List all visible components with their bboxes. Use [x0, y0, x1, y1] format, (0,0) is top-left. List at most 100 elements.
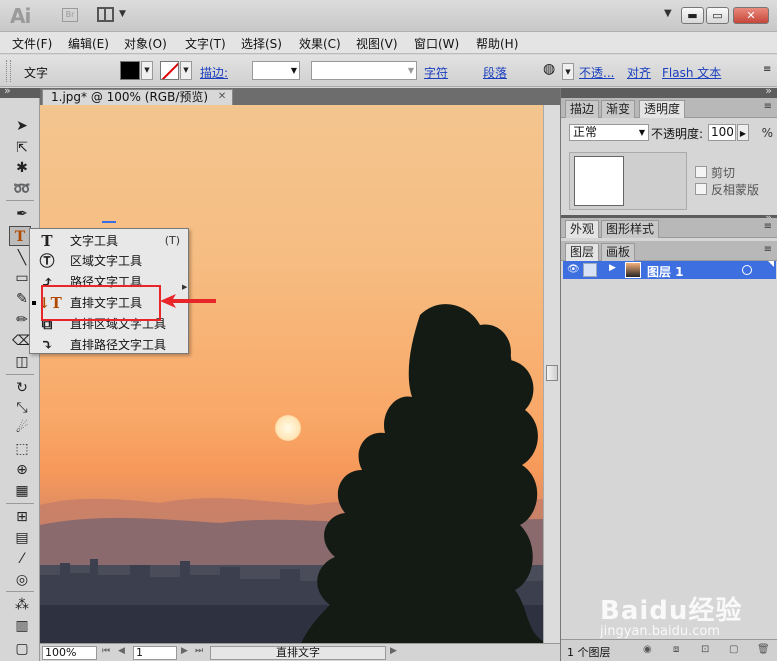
- fill-dropdown-arrow[interactable]: ▼: [141, 61, 153, 80]
- perspective-grid-tool-icon[interactable]: ▦: [11, 481, 33, 501]
- prev-page-icon[interactable]: ◀: [118, 646, 125, 656]
- invert-mask-checkbox[interactable]: [695, 183, 707, 195]
- tab-artboards[interactable]: 画板: [601, 243, 636, 261]
- flyout-item-area-type-tool[interactable]: Ⓣ 区域文字工具: [34, 251, 186, 271]
- next-page-icon[interactable]: ▶: [181, 646, 188, 656]
- shape-builder-tool-icon[interactable]: ⊕: [11, 460, 33, 480]
- panel-dock-header[interactable]: [561, 84, 777, 98]
- visibility-eye-icon[interactable]: 👁: [567, 264, 580, 276]
- workspace-switcher-icon[interactable]: ▼: [664, 8, 672, 19]
- active-tool-bullet: [32, 301, 36, 305]
- menu-view[interactable]: 视图(V): [356, 35, 398, 52]
- workspace-layout-icon[interactable]: [97, 7, 114, 22]
- selection-tool-icon[interactable]: ➤: [11, 116, 33, 136]
- menu-type[interactable]: 文字(T): [185, 35, 226, 52]
- tearoff-arrow-icon[interactable]: ▶: [182, 283, 187, 291]
- stroke-link[interactable]: 描边:: [200, 64, 228, 81]
- lasso-tool-icon[interactable]: ➿: [11, 179, 33, 199]
- menu-window[interactable]: 窗口(W): [414, 35, 459, 52]
- tab-gradient[interactable]: 渐变: [601, 100, 636, 118]
- variable-width-field[interactable]: ▼: [311, 61, 417, 80]
- vertical-scrollbar[interactable]: [543, 105, 560, 643]
- pen-tool-icon[interactable]: ✒: [11, 204, 33, 224]
- artboard-tool-icon[interactable]: ▢: [11, 639, 33, 659]
- magic-wand-tool-icon[interactable]: ✱: [11, 158, 33, 178]
- chevron-down-icon[interactable]: ▼: [119, 9, 126, 19]
- lock-toggle[interactable]: [583, 263, 597, 277]
- direct-selection-tool-icon[interactable]: ⇱: [11, 138, 33, 158]
- scrollbar-thumb[interactable]: [546, 365, 558, 381]
- stroke-weight-field[interactable]: ▼: [252, 61, 300, 80]
- tab-appearance[interactable]: 外观: [565, 220, 600, 238]
- menu-help[interactable]: 帮助(H): [476, 35, 518, 52]
- menu-object[interactable]: 对象(O): [124, 35, 167, 52]
- tab-layers[interactable]: 图层: [565, 243, 600, 261]
- document-tab-title: 1.jpg* @ 100% (RGB/预览): [51, 90, 209, 104]
- tab-transparency[interactable]: 透明度: [639, 100, 686, 118]
- highlight-box: [41, 285, 161, 321]
- flash-text-link[interactable]: Flash 文本: [662, 64, 721, 81]
- align-link[interactable]: 对齐: [627, 64, 651, 81]
- fill-color-swatch[interactable]: [120, 61, 140, 80]
- paragraph-link[interactable]: 段落: [483, 64, 507, 81]
- clip-checkbox[interactable]: [695, 166, 707, 178]
- type-tool-icon[interactable]: T: [9, 226, 31, 246]
- status-menu-icon[interactable]: ▶: [390, 646, 397, 656]
- layer-name[interactable]: 图层 1: [647, 263, 684, 280]
- opacity-field[interactable]: 100: [708, 124, 736, 141]
- character-link[interactable]: 字符: [424, 64, 448, 81]
- layer-target-icon[interactable]: [742, 265, 752, 275]
- control-bar: 文字 ▼ ▼ 描边: ▼ ▼ 字符 段落 ◍ ▼ 不透... 对齐 Flash …: [0, 55, 777, 87]
- flyout-item-type-tool[interactable]: T 文字工具 (T): [34, 231, 186, 251]
- eyedropper-tool-icon[interactable]: ⁄: [11, 549, 33, 569]
- stroke-dropdown-arrow[interactable]: ▼: [180, 61, 192, 80]
- mesh-tool-icon[interactable]: ⊞: [11, 507, 33, 527]
- blend-mode-select[interactable]: 正常 ▼: [569, 124, 649, 141]
- menu-select[interactable]: 选择(S): [241, 35, 282, 52]
- menu-effect[interactable]: 效果(C): [299, 35, 341, 52]
- invert-mask-label: 反相蒙版: [711, 183, 760, 197]
- percent-label: %: [761, 126, 773, 140]
- gradient-tool-icon[interactable]: ▤: [11, 528, 33, 548]
- panel-menu-icon[interactable]: ≡: [764, 244, 772, 255]
- menu-file[interactable]: 文件(F): [12, 35, 52, 52]
- recolor-dropdown-arrow[interactable]: ▼: [562, 63, 574, 80]
- layer-row[interactable]: 👁 ▶ 图层 1: [563, 261, 776, 279]
- status-text[interactable]: 直排文字: [210, 646, 386, 660]
- document-canvas[interactable]: [40, 105, 543, 643]
- warp-tool-icon[interactable]: ☄: [11, 418, 33, 438]
- recolor-icon[interactable]: ◍: [543, 61, 555, 77]
- panel-menu-icon[interactable]: ≡: [764, 101, 772, 112]
- symbol-sprayer-tool-icon[interactable]: ⁂: [11, 595, 33, 615]
- flyout-item-vertical-type-on-path-tool[interactable]: ⤵ 直排路径文字工具: [34, 335, 186, 354]
- menu-edit[interactable]: 编辑(E): [68, 35, 109, 52]
- eraser-tool-icon[interactable]: ◫: [11, 352, 33, 372]
- control-bar-grip[interactable]: [6, 60, 11, 82]
- first-page-icon[interactable]: ⏮: [102, 646, 110, 656]
- stroke-color-swatch[interactable]: [160, 61, 179, 80]
- tab-stroke[interactable]: 描边: [565, 100, 600, 118]
- expand-arrow-icon[interactable]: ▶: [609, 263, 616, 273]
- panel-menu-icon[interactable]: ≡: [764, 221, 772, 232]
- opacity-stepper[interactable]: ▶: [737, 124, 749, 141]
- rotate-tool-icon[interactable]: ↻: [11, 378, 33, 398]
- column-graph-tool-icon[interactable]: ▥: [11, 616, 33, 636]
- restore-button[interactable]: ▭: [706, 7, 729, 24]
- bridge-button[interactable]: Br: [62, 8, 78, 22]
- tree-silhouette-image: [301, 304, 543, 643]
- opacity-link[interactable]: 不透...: [579, 64, 614, 81]
- blend-tool-icon[interactable]: ◎: [11, 570, 33, 590]
- minimize-button[interactable]: ▬: [681, 7, 704, 24]
- close-button[interactable]: ✕: [733, 7, 769, 24]
- free-transform-tool-icon[interactable]: ⬚: [11, 439, 33, 459]
- layer-thumbnail: [625, 262, 641, 278]
- close-tab-icon[interactable]: ✕: [216, 91, 228, 103]
- zoom-select[interactable]: 100%: [42, 646, 97, 660]
- tab-graphic-styles[interactable]: 图形样式: [601, 220, 660, 238]
- page-field[interactable]: 1: [133, 646, 177, 660]
- control-menu-icon[interactable]: ≡: [763, 64, 771, 75]
- tools-panel-header[interactable]: [0, 84, 40, 98]
- scale-tool-icon[interactable]: ⤡: [11, 398, 33, 418]
- last-page-icon[interactable]: ⏭: [195, 646, 203, 656]
- document-tab[interactable]: 1.jpg* @ 100% (RGB/预览) ✕: [42, 89, 234, 105]
